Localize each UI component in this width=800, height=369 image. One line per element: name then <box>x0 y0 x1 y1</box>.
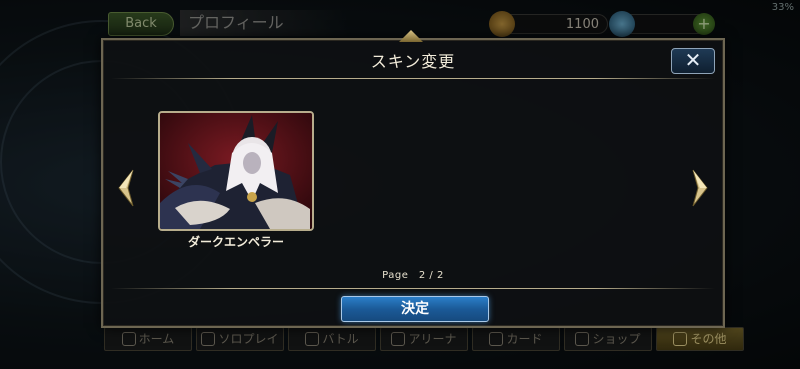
next-page-button[interactable] <box>691 168 709 208</box>
skin-change-dialog: スキン変更 ✕ ダークエンペラー Page 2 / 2 決定 <box>101 30 725 328</box>
divider-top <box>111 78 715 79</box>
dark-emperor-illustration <box>160 113 312 229</box>
confirm-button[interactable]: 決定 <box>341 296 489 322</box>
chevron-right-icon <box>692 169 708 207</box>
chevron-left-icon <box>118 169 134 207</box>
skin-portrait[interactable] <box>158 111 314 231</box>
page-indicator: Page 2 / 2 <box>382 270 444 281</box>
previous-page-button[interactable] <box>117 168 135 208</box>
skin-name-label: ダークエンペラー <box>187 235 284 249</box>
dialog-title: スキン変更 <box>370 52 456 71</box>
close-button[interactable]: ✕ <box>671 48 715 74</box>
divider-bottom <box>111 288 715 289</box>
